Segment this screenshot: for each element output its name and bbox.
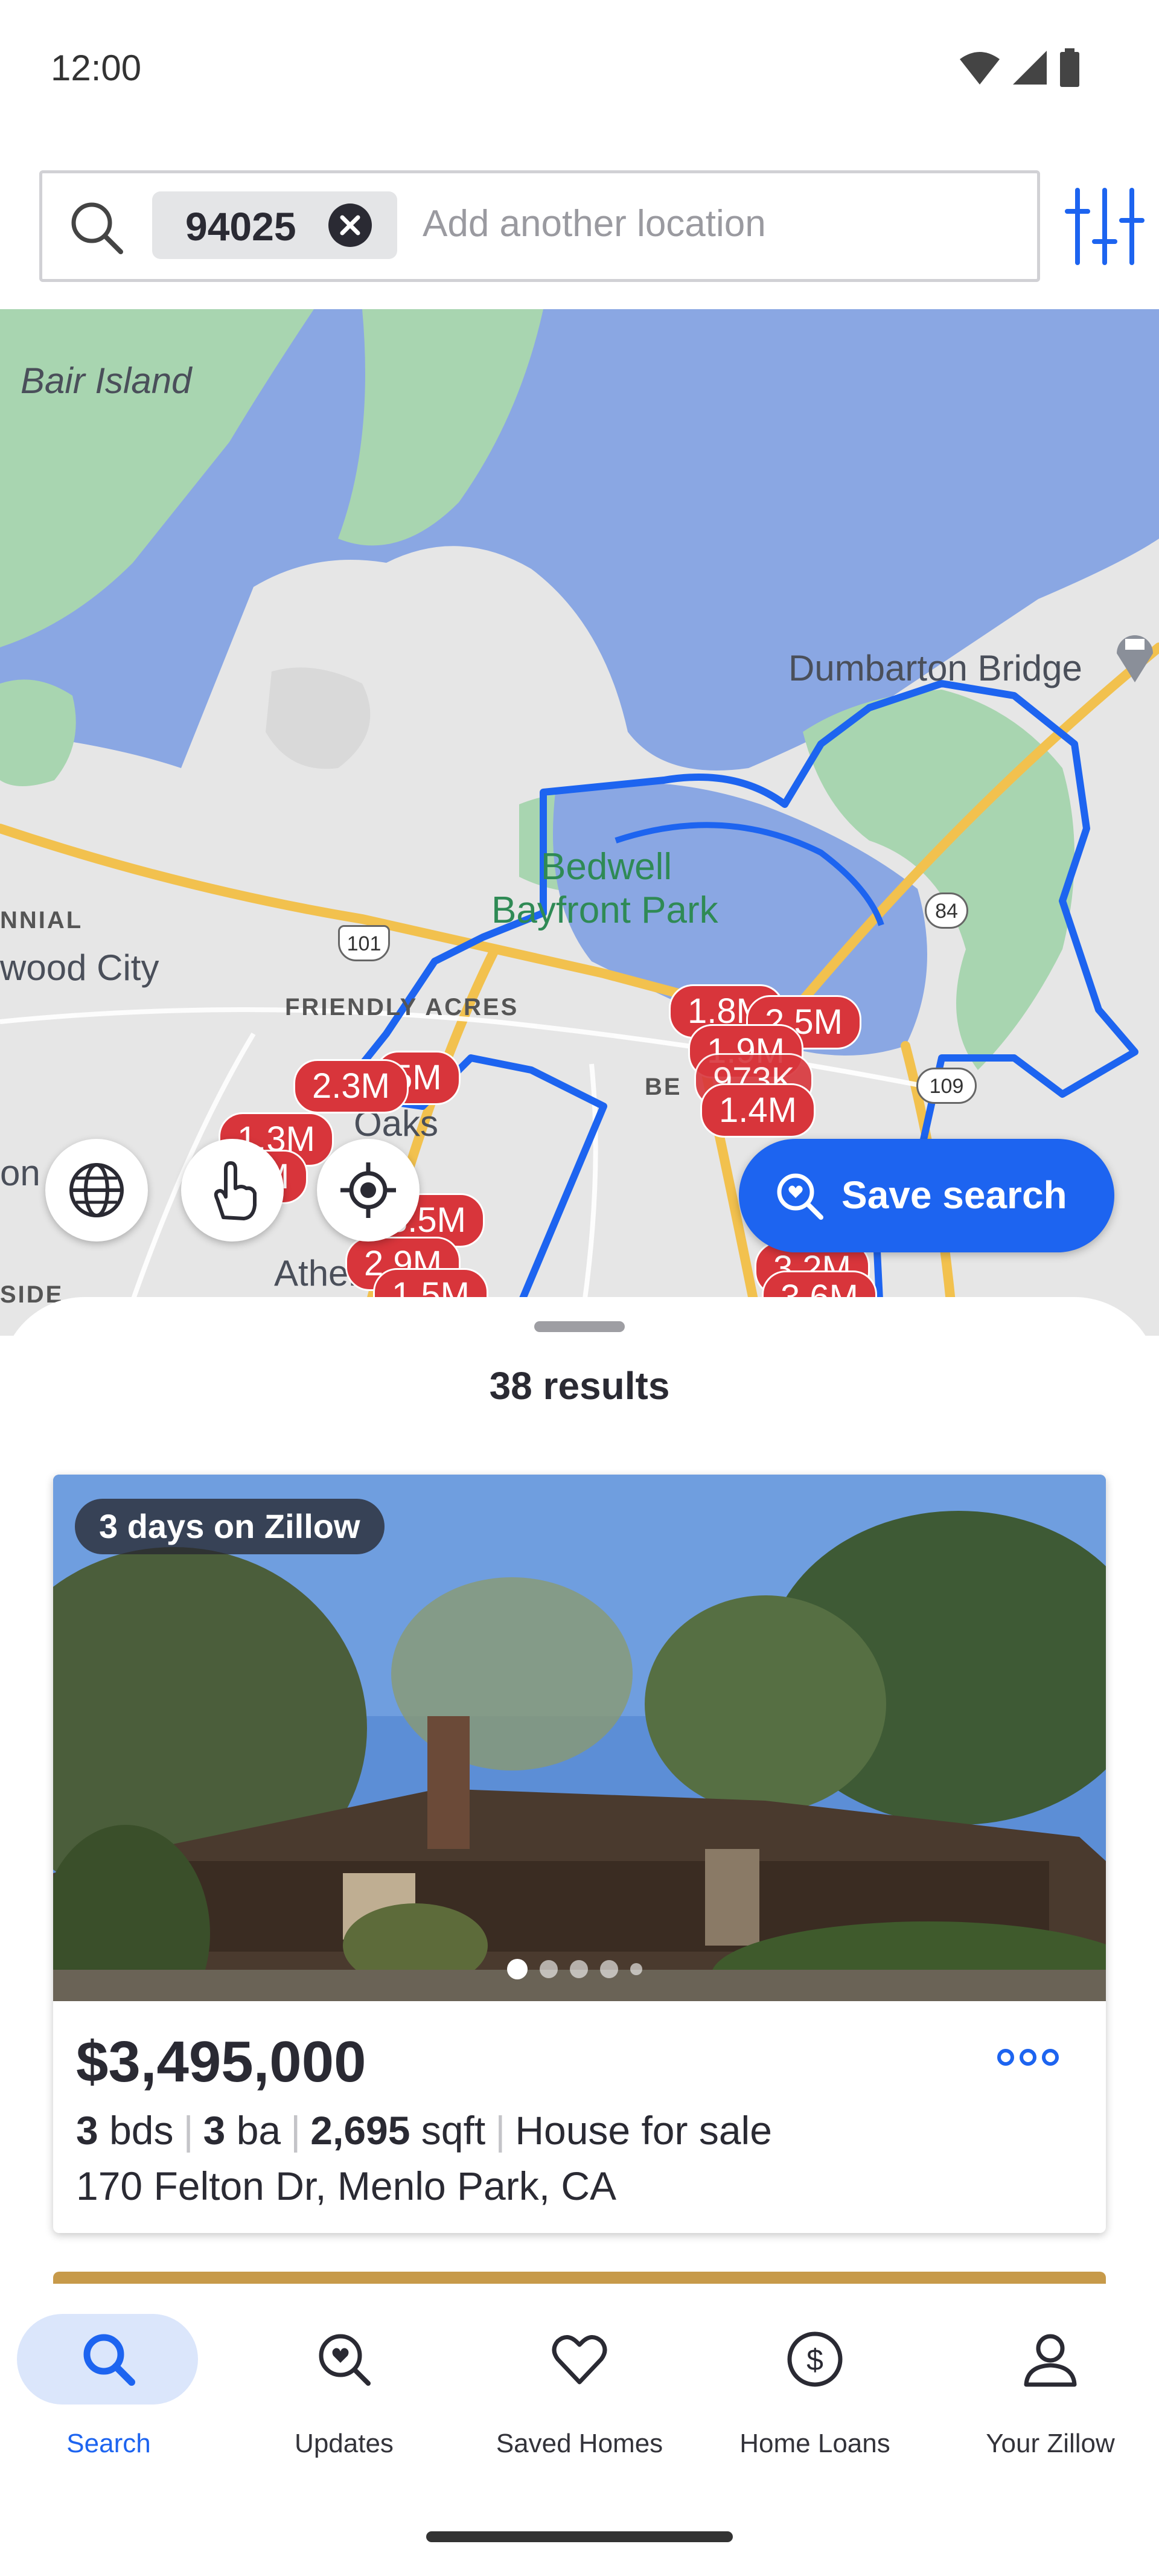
updates-icon [319,2334,371,2386]
carousel-dot [507,1959,528,1979]
nav-label: Home Loans [739,2429,890,2458]
heart-icon[interactable] [990,1496,1106,2001]
status-bar: 12:00 [0,0,1159,145]
svg-text:$: $ [806,2343,823,2377]
baths-unit: ba [236,2108,281,2153]
search-bar[interactable]: 94025 Add another location [39,170,1040,282]
hand-draw-icon [214,1161,257,1220]
draw-button[interactable] [181,1139,284,1242]
nav-label: Updates [295,2429,394,2458]
map-label-dumbarton-bridge: Dumbarton Bridge [788,648,1082,688]
globe-icon [69,1163,124,1217]
search-heart-icon [777,1173,823,1220]
carousel-dot [570,1960,588,1978]
beds-unit: bds [109,2108,174,2153]
listing-type: House for sale [515,2108,772,2153]
nav-label: Search [66,2429,151,2458]
route-101-shield: 101 [338,925,390,961]
results-count: 38 results [489,1364,670,1408]
search-input[interactable]: Add another location [423,202,766,245]
search-icon [71,202,123,254]
route-84-shield: 84 [925,892,968,929]
map-label-on: on [0,1153,40,1193]
gesture-bar [426,2531,733,2542]
photo-carousel-dots [507,1959,642,1979]
price-pin[interactable]: 2.3M [293,1059,409,1113]
nav-item-updates[interactable]: Updates [235,2314,453,2495]
cell-signal-icon [1013,51,1047,85]
listing-card[interactable]: 3 days on Zillow $3,495,000 3 bds | 3 ba | 2… [53,1475,1106,2233]
nav-item-your-zillow[interactable]: Your Zillow [942,2314,1159,2495]
map-label-bayfront-park: Bayfront Park [491,889,718,931]
status-icons [959,48,1081,87]
map-label-bedwell: Bedwell [541,846,672,888]
days-on-zillow-badge: 3 days on Zillow [75,1499,385,1554]
map-label-ennial: NNIAL [0,907,83,934]
heart-icon [552,2335,607,2385]
close-icon[interactable] [327,202,373,248]
route-109-shield: 109 [916,1068,977,1104]
dollar-icon: $ [787,2331,843,2387]
map-label-be: BE [645,1074,682,1100]
carousel-dot [540,1960,558,1978]
listing-facts: 3 bds | 3 ba | 2,695 sqft | House for sale [76,2108,772,2153]
status-time: 12:00 [51,48,142,88]
nav-label: Your Zillow [986,2429,1115,2458]
map-label-bair-island: Bair Island [21,360,192,401]
map-layers-button[interactable] [45,1139,148,1242]
wifi-icon [960,52,1000,85]
listing-address: 170 Felton Dr, Menlo Park, CA [76,2164,617,2208]
save-search-label: Save search [841,1173,1067,1217]
sqft-unit: sqft [421,2108,486,2153]
listing-price: $3,495,000 [76,2030,366,2094]
search-icon [83,2334,135,2386]
filter-icon[interactable] [1062,184,1147,269]
person-icon [1024,2334,1077,2387]
more-options-icon[interactable] [995,2042,1061,2072]
location-chip-label: 94025 [185,204,296,249]
nav-item-saved-homes[interactable]: Saved Homes [471,2314,688,2495]
carousel-dot [630,1963,642,1975]
baths-count: 3 [203,2108,226,2153]
map-label-redwood-city: wood City [0,947,159,988]
next-listing-card-peek[interactable] [53,2272,1106,2284]
location-target-icon [340,1162,396,1218]
carousel-dot [600,1960,618,1978]
nav-item-search[interactable]: Search [0,2314,217,2495]
location-chip[interactable]: 94025 [152,191,397,259]
drag-handle[interactable] [534,1321,625,1332]
my-location-button[interactable] [317,1139,420,1242]
sqft-value: 2,695 [310,2108,410,2153]
map-label-friendly-acres: FRIENDLY ACRES [285,994,519,1020]
nav-item-home-loans[interactable]: $ Home Loans [706,2314,924,2495]
price-pin[interactable]: 1.4M [700,1083,816,1138]
save-search-button[interactable]: Save search [739,1139,1114,1252]
listing-photo[interactable]: 3 days on Zillow [53,1475,1106,2001]
bridge-pin-icon [1117,635,1153,682]
nav-label: Saved Homes [496,2429,663,2458]
beds-count: 3 [76,2108,98,2153]
battery-icon [1060,48,1079,87]
